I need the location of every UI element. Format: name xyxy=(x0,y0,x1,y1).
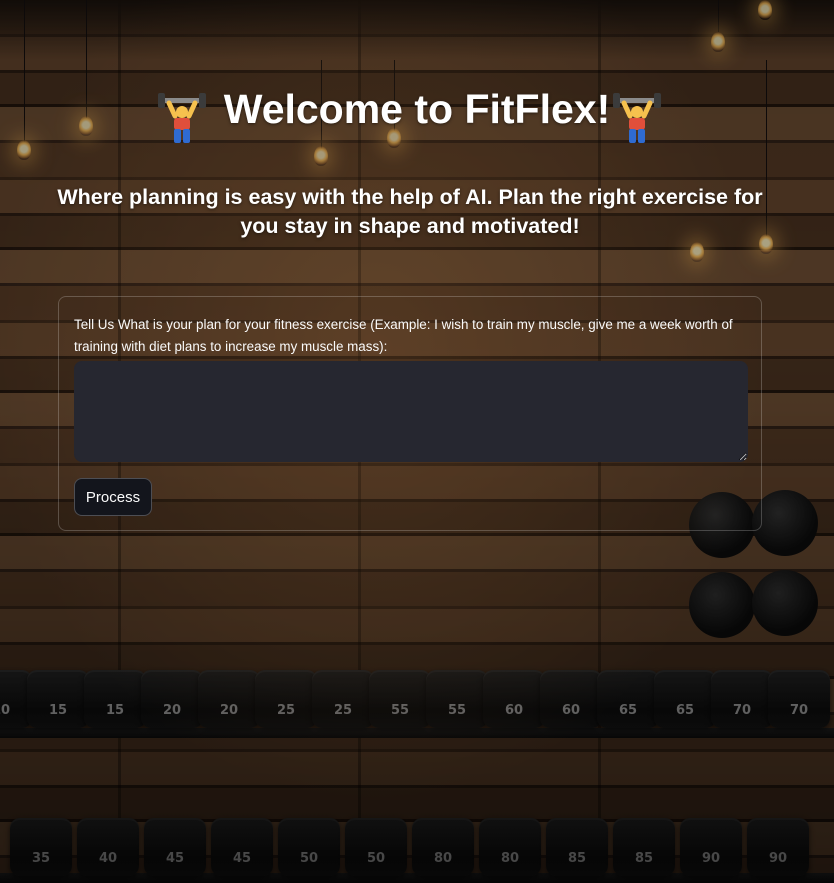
person-lifting-weights-icon xyxy=(613,93,661,143)
page-title: Welcome to FitFlex! xyxy=(223,86,611,132)
plan-input-label: Tell Us What is your plan for your fitne… xyxy=(74,317,733,354)
plan-textarea[interactable] xyxy=(74,361,748,462)
main-content: Welcome to FitFlex! Where planning is ea… xyxy=(0,0,834,883)
process-button[interactable]: Process xyxy=(74,478,152,516)
page-subtitle: Where planning is easy with the help of … xyxy=(57,185,763,238)
